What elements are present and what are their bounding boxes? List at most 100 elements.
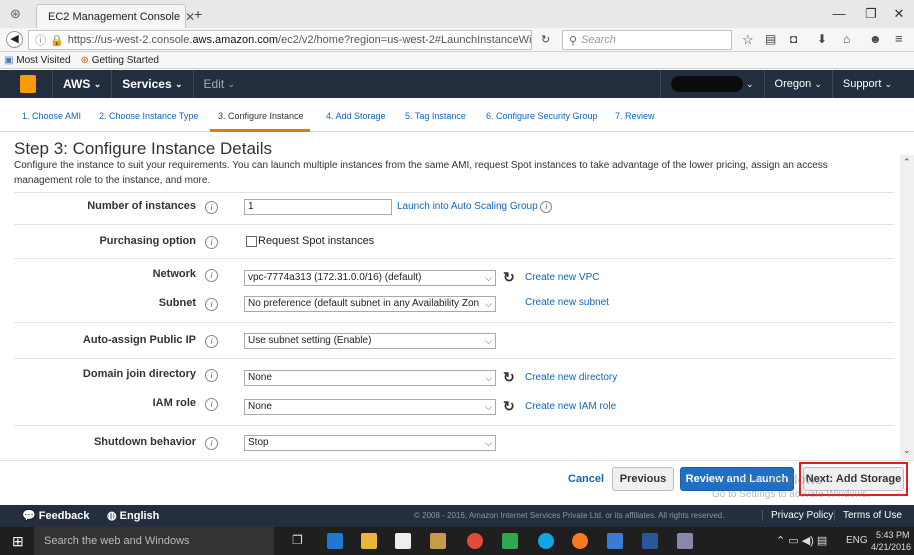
info-icon[interactable]: i	[205, 298, 218, 311]
home-icon[interactable]: ⌂	[843, 32, 850, 46]
firefox-menu-icon[interactable]: ⊛	[10, 6, 21, 22]
bookmark-star-icon[interactable]: ☆	[742, 32, 754, 48]
remote-desktop-icon[interactable]	[607, 533, 623, 549]
public-ip-select[interactable]: Use subnet setting (Enable) ⌵	[244, 333, 496, 349]
onenote-icon[interactable]	[677, 533, 693, 549]
reload-icon[interactable]: ↻	[541, 33, 550, 46]
download-icon[interactable]: ⬇	[817, 32, 827, 46]
number-of-instances-label: Number of instances	[87, 200, 196, 212]
clock-date[interactable]: 4/21/2016	[871, 542, 911, 552]
scroll-down-icon[interactable]: ⌄	[903, 445, 911, 456]
privacy-policy-link[interactable]: Privacy Policy	[762, 510, 833, 521]
aws-cube-icon	[20, 75, 36, 93]
aws-top-nav: AWS ⌄ Services ⌄ Edit ⌄ ⌄ Oregon ⌄ Suppo…	[0, 70, 914, 98]
browser-tab[interactable]: EC2 Management Console ✕	[36, 4, 195, 28]
windows-taskbar: ⊞ Search the web and Windows ❐ ⌃ ▭ ◀) ▤ …	[0, 527, 914, 555]
step-choose-instance-type[interactable]: 2. Choose Instance Type	[99, 111, 198, 121]
close-window-icon[interactable]: ✕	[884, 4, 914, 24]
create-vpc-link[interactable]: Create new VPC	[525, 272, 599, 283]
sync-icon[interactable]: ☻	[869, 32, 882, 46]
globe-icon: ◍	[107, 510, 117, 522]
aws-logo[interactable]	[0, 70, 53, 98]
taskbar-search-box[interactable]: Search the web and Windows	[34, 527, 274, 555]
services-menu[interactable]: Services ⌄	[112, 70, 194, 98]
info-icon[interactable]: i	[205, 201, 218, 214]
cancel-button[interactable]: Cancel	[568, 473, 604, 485]
chevron-down-icon: ⌵	[485, 273, 492, 283]
number-of-instances-input[interactable]: 1	[244, 199, 392, 215]
browser-tab-bar: ⊛ EC2 Management Console ✕ + — ❐ ✕	[0, 0, 914, 28]
create-iam-role-link[interactable]: Create new IAM role	[525, 401, 616, 412]
account-menu[interactable]: ⌄	[659, 70, 765, 98]
chrome-icon[interactable]	[467, 533, 483, 549]
edit-menu[interactable]: Edit ⌄	[194, 70, 246, 98]
info-icon[interactable]: i	[205, 236, 218, 249]
create-subnet-link[interactable]: Create new subnet	[525, 297, 609, 308]
subnet-select[interactable]: No preference (default subnet in any Ava…	[244, 296, 496, 312]
info-icon[interactable]: i	[205, 437, 218, 450]
network-select[interactable]: vpc-7774a313 (172.31.0.0/16) (default) ⌵	[244, 270, 496, 286]
tools-icon[interactable]	[430, 533, 446, 549]
aws-menu[interactable]: AWS ⌄	[53, 70, 113, 98]
language-indicator[interactable]: ENG	[846, 535, 868, 546]
search-field[interactable]: ⚲ Search	[562, 30, 732, 50]
address-bar[interactable]: ⓘ 🔒 https://us-west-2.console.aws.amazon…	[28, 30, 532, 50]
shutdown-behavior-select[interactable]: Stop ⌵	[244, 435, 496, 451]
step-tag-instance[interactable]: 5. Tag Instance	[405, 111, 466, 121]
skype-icon[interactable]	[538, 533, 554, 549]
refresh-icon[interactable]: ↻	[503, 270, 515, 284]
restore-icon[interactable]: ❐	[856, 4, 886, 24]
chevron-down-icon: ⌄	[746, 78, 754, 89]
public-ip-label: Auto-assign Public IP	[82, 334, 196, 346]
divider	[14, 425, 894, 426]
step-configure-security-group[interactable]: 6. Configure Security Group	[486, 111, 598, 121]
windows-start-icon[interactable]: ⊞	[12, 533, 24, 550]
info-icon: ⓘ	[35, 35, 46, 47]
domain-join-select[interactable]: None ⌵	[244, 370, 496, 386]
new-tab-icon[interactable]: +	[194, 6, 202, 22]
bookmark-getting-started[interactable]: ⊛ Getting Started	[81, 55, 159, 66]
next-add-storage-button[interactable]: Next: Add Storage	[803, 467, 904, 491]
refresh-icon[interactable]: ↻	[503, 399, 515, 413]
step-review[interactable]: 7. Review	[615, 111, 655, 121]
terms-of-use-link[interactable]: Terms of Use	[834, 510, 902, 521]
firefox-taskbar-icon[interactable]	[572, 533, 588, 549]
refresh-icon[interactable]: ↻	[503, 370, 515, 384]
region-menu[interactable]: Oregon ⌄	[765, 70, 833, 98]
content-scrollbar[interactable]: ⌃ ⌄	[900, 155, 914, 460]
iam-role-label: IAM role	[152, 397, 196, 409]
step-add-storage[interactable]: 4. Add Storage	[326, 111, 386, 121]
previous-button[interactable]: Previous	[612, 467, 674, 491]
support-menu[interactable]: Support ⌄	[833, 70, 914, 98]
step-choose-ami[interactable]: 1. Choose AMI	[22, 111, 81, 121]
info-icon[interactable]: i	[205, 269, 218, 282]
create-directory-link[interactable]: Create new directory	[525, 372, 617, 383]
file-explorer-icon[interactable]	[361, 533, 377, 549]
review-and-launch-button[interactable]: Review and Launch	[680, 467, 794, 491]
info-icon[interactable]: i	[205, 398, 218, 411]
visual-studio-icon[interactable]	[502, 533, 518, 549]
word-icon[interactable]	[642, 533, 658, 549]
minimize-icon[interactable]: —	[824, 4, 854, 24]
task-view-icon[interactable]: ❐	[292, 533, 303, 547]
info-icon[interactable]: i	[205, 335, 218, 348]
iam-role-select[interactable]: None ⌵	[244, 399, 496, 415]
language-link[interactable]: ◍ English	[107, 509, 159, 522]
bookmark-most-visited[interactable]: ▣ Most Visited	[4, 55, 71, 66]
spot-checkbox[interactable]	[246, 236, 257, 247]
pocket-icon[interactable]: ◘	[790, 32, 797, 46]
info-icon[interactable]: i	[205, 369, 218, 382]
menu-icon[interactable]: ≡	[895, 31, 903, 46]
edge-icon[interactable]	[327, 533, 343, 549]
step-configure-instance[interactable]: 3. Configure Instance	[218, 111, 304, 121]
back-icon[interactable]: ◀	[6, 31, 23, 48]
system-tray-icons[interactable]: ⌃ ▭ ◀) ▤	[776, 534, 827, 547]
folder-icon: ▣	[4, 54, 14, 66]
reading-list-icon[interactable]: ▤	[765, 32, 776, 46]
clock-time[interactable]: 5:43 PM	[876, 530, 910, 540]
subnet-label: Subnet	[158, 297, 196, 309]
feedback-link[interactable]: 💬 Feedback	[22, 509, 90, 522]
store-icon[interactable]	[395, 533, 411, 549]
scroll-up-icon[interactable]: ⌃	[903, 157, 911, 168]
launch-asg-link[interactable]: Launch into Auto Scaling Group i	[397, 201, 553, 213]
